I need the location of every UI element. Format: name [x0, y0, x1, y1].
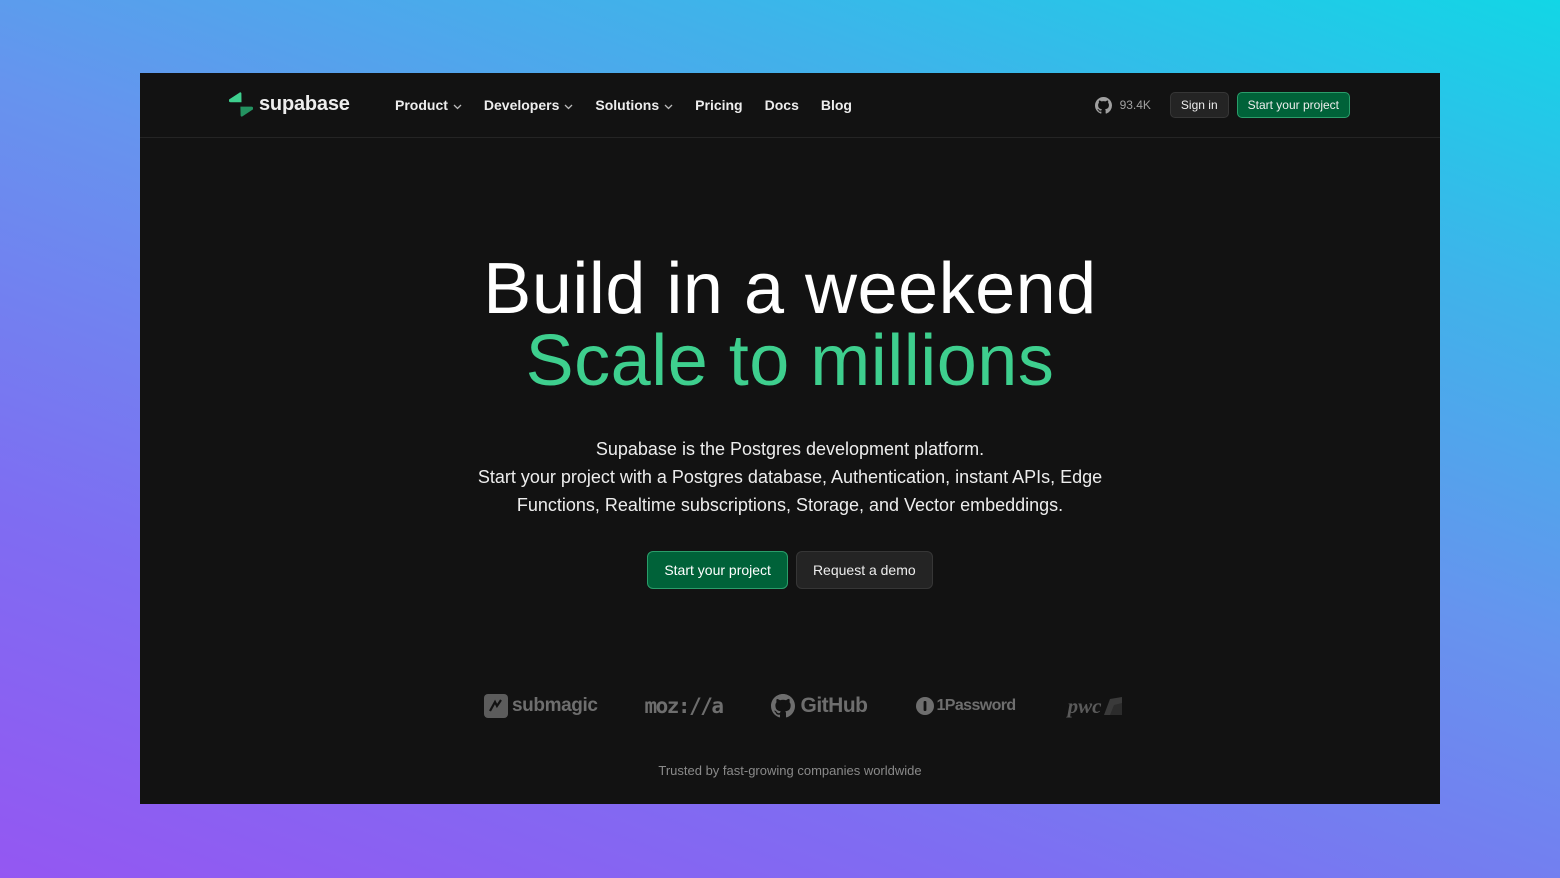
logo-github: GitHub — [770, 694, 868, 718]
nav-item-label: Product — [395, 97, 448, 113]
hero-cta-group: Start your project Request a demo — [140, 551, 1440, 589]
logo-pwc: pwc — [1068, 694, 1125, 719]
nav-item-label: Developers — [483, 97, 560, 113]
pwc-icon — [1104, 697, 1123, 715]
nav-item-label: Blog — [820, 97, 852, 113]
hero-subtitle: Supabase is the Postgres development pla… — [140, 435, 1440, 519]
onepassword-icon — [915, 697, 934, 715]
logo-pwc-text: pwc — [1067, 693, 1102, 718]
start-project-nav-button[interactable]: Start your project — [1236, 92, 1350, 118]
logo-mozilla: moz://a — [644, 694, 725, 718]
nav-item-developers[interactable]: Developers — [484, 97, 573, 113]
hero-subtitle-line3: Functions, Realtime subscriptions, Stora… — [516, 495, 1064, 515]
hero-title-line2: Scale to millions — [525, 321, 1055, 401]
hero-subtitle-line2: Start your project with a Postgres datab… — [477, 467, 1103, 487]
top-navbar: supabase Product Developers Solutions Pr… — [140, 73, 1440, 138]
sign-in-button[interactable]: Sign in — [1169, 92, 1229, 118]
hero-title-line1: Build in a weekend — [483, 249, 1097, 329]
nav-item-label: Pricing — [695, 97, 743, 113]
supabase-bolt-icon — [229, 92, 253, 117]
chevron-down-icon — [664, 97, 673, 113]
nav-links: Product Developers Solutions Pricing Doc… — [395, 73, 874, 137]
nav-actions: 93.4K Sign in Start your project — [1094, 73, 1350, 137]
nav-item-blog[interactable]: Blog — [821, 97, 852, 113]
github-star-count: 93.4K — [1119, 98, 1151, 112]
logo-mozilla-text: moz://a — [644, 694, 725, 718]
supabase-logo[interactable]: supabase — [229, 92, 350, 117]
brand-name: supabase — [259, 93, 350, 115]
logo-submagic: submagic — [484, 694, 598, 718]
browser-viewport: supabase Product Developers Solutions Pr… — [140, 73, 1440, 804]
hero-subtitle-line1: Supabase is the Postgres development pla… — [595, 439, 985, 459]
github-icon — [1094, 96, 1112, 114]
start-project-button[interactable]: Start your project — [647, 551, 788, 589]
chevron-down-icon — [453, 97, 462, 113]
nav-item-label: Docs — [764, 97, 799, 113]
nav-item-docs[interactable]: Docs — [765, 97, 799, 113]
logo-1password: 1Password — [915, 697, 1017, 715]
request-demo-button[interactable]: Request a demo — [795, 551, 933, 589]
github-stars-link[interactable]: 93.4K — [1094, 96, 1151, 114]
logo-github-text: GitHub — [800, 694, 868, 717]
github-icon — [770, 694, 795, 718]
trusted-caption: Trusted by fast-growing companies worldw… — [658, 763, 922, 778]
customer-logos: submagic moz://a GitHub 1Password pwc — [484, 689, 1124, 723]
nav-item-label: Solutions — [595, 97, 660, 113]
nav-item-solutions[interactable]: Solutions — [595, 97, 673, 113]
hero-section: Build in a weekend Scale to millions Sup… — [140, 253, 1440, 589]
nav-item-product[interactable]: Product — [395, 97, 462, 113]
logo-1password-text: 1Password — [936, 697, 1017, 714]
submagic-icon — [484, 694, 508, 718]
chevron-down-icon — [564, 97, 573, 113]
nav-item-pricing[interactable]: Pricing — [695, 97, 742, 113]
logo-submagic-text: submagic — [512, 695, 598, 716]
